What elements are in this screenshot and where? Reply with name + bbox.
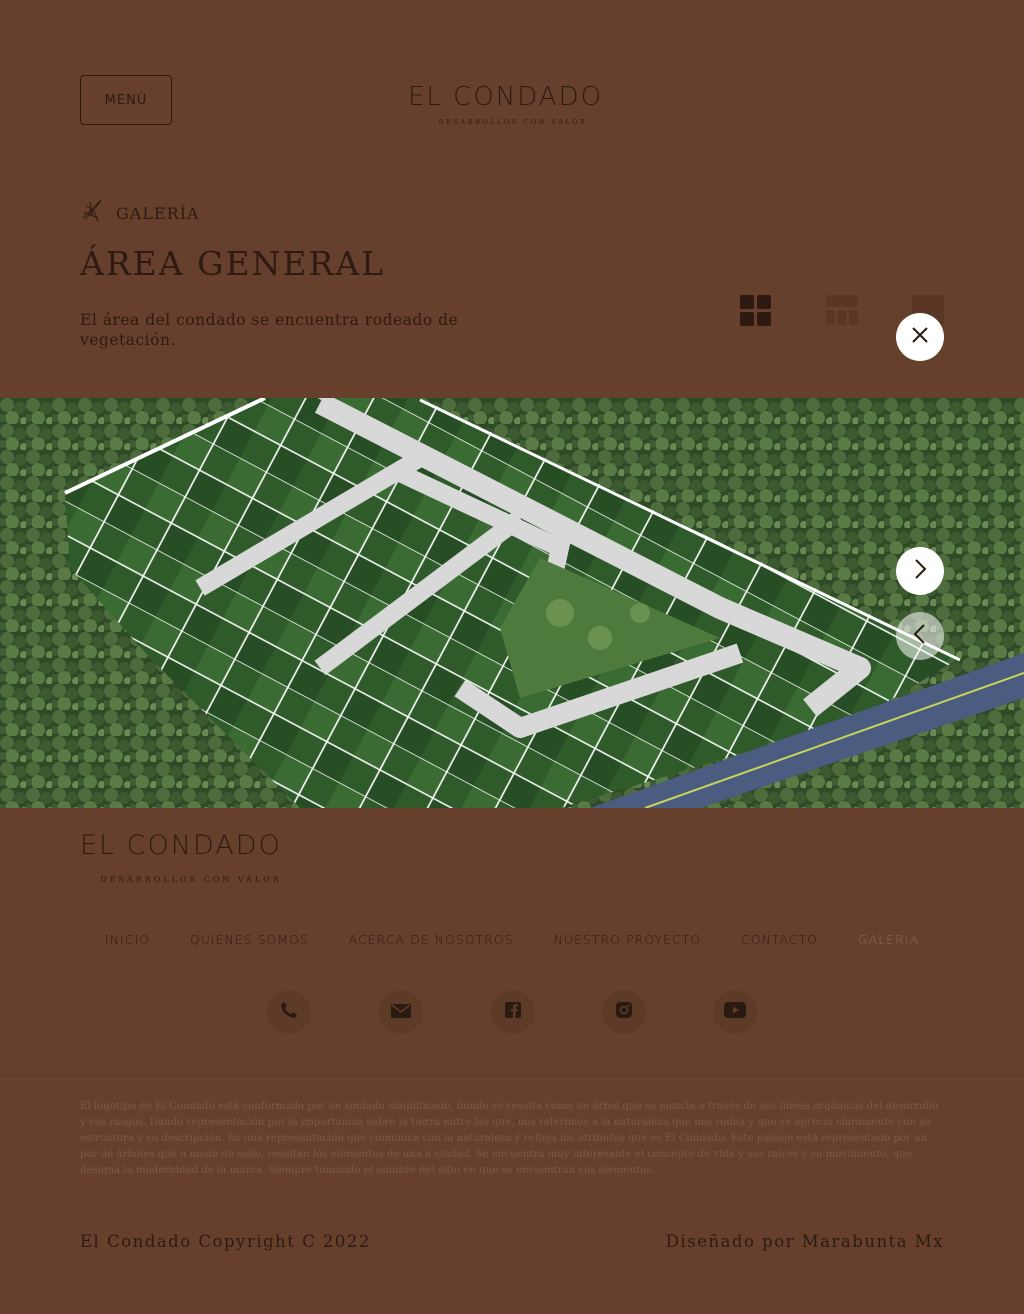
nav-item-contacto[interactable]: CONTACTO bbox=[741, 932, 818, 947]
logo-title: EL CONDADO bbox=[408, 82, 604, 112]
instagram-icon bbox=[616, 1002, 632, 1022]
footer-nav: INICIO QUIENES SOMOS ACERCA DE NOSOTROS … bbox=[80, 932, 944, 947]
prev-button[interactable] bbox=[896, 612, 944, 660]
close-button[interactable] bbox=[896, 313, 944, 361]
mail-button[interactable] bbox=[379, 990, 423, 1034]
facebook-button[interactable] bbox=[491, 990, 535, 1034]
instagram-button[interactable] bbox=[602, 990, 646, 1034]
youtube-icon bbox=[724, 1002, 746, 1022]
youtube-button[interactable] bbox=[713, 990, 757, 1034]
menu-button[interactable]: MENÚ bbox=[80, 75, 172, 125]
nav-item-quienes-somos[interactable]: QUIENES SOMOS bbox=[190, 932, 309, 947]
nav-item-galeria[interactable]: GALERÍA bbox=[858, 932, 919, 947]
footer-logo-tagline: DESARROLLOS CON VALOR bbox=[100, 875, 282, 884]
gallery-image bbox=[0, 398, 1024, 808]
facebook-icon bbox=[505, 1002, 521, 1022]
header-logo[interactable]: EL CONDADO DESARROLLOS CON VALOR bbox=[408, 82, 618, 126]
chevron-right-icon bbox=[913, 558, 927, 584]
nav-item-proyecto[interactable]: NUESTRO PROYECTO bbox=[554, 932, 702, 947]
footer-logo-title: EL CONDADO bbox=[80, 830, 282, 861]
logo-tagline: DESARROLLOS CON VALOR bbox=[438, 118, 588, 126]
nav-item-acerca[interactable]: ACERCA DE NOSOTROS bbox=[349, 932, 514, 947]
chevron-left-icon bbox=[913, 623, 927, 649]
footer-logo[interactable]: EL CONDADO DESARROLLOS CON VALOR bbox=[80, 830, 302, 884]
footer-fine-print: El logotipo de El Condado está conformad… bbox=[80, 1101, 939, 1176]
phone-button[interactable] bbox=[267, 990, 311, 1034]
breadcrumb: GALERÍA bbox=[80, 196, 200, 230]
grid-6-icon[interactable] bbox=[826, 295, 858, 329]
footer-divider bbox=[0, 1079, 1024, 1080]
page-description: El área del condado se encuentra rodeado… bbox=[80, 311, 459, 349]
phone-icon bbox=[280, 1001, 298, 1023]
page-title: ÁREA GENERAL bbox=[80, 244, 386, 283]
next-button[interactable] bbox=[896, 547, 944, 595]
close-icon bbox=[911, 326, 929, 348]
grid-4-icon[interactable] bbox=[740, 295, 771, 330]
mail-icon bbox=[391, 1003, 411, 1022]
breadcrumb-label: GALERÍA bbox=[116, 203, 200, 223]
nav-item-inicio[interactable]: INICIO bbox=[105, 932, 150, 947]
credits-link[interactable]: Diseñado por Marabunta Mx bbox=[666, 1232, 944, 1251]
leaf-icon bbox=[80, 196, 104, 230]
copyright-text: El Condado Copyright C 2022 bbox=[80, 1232, 371, 1251]
